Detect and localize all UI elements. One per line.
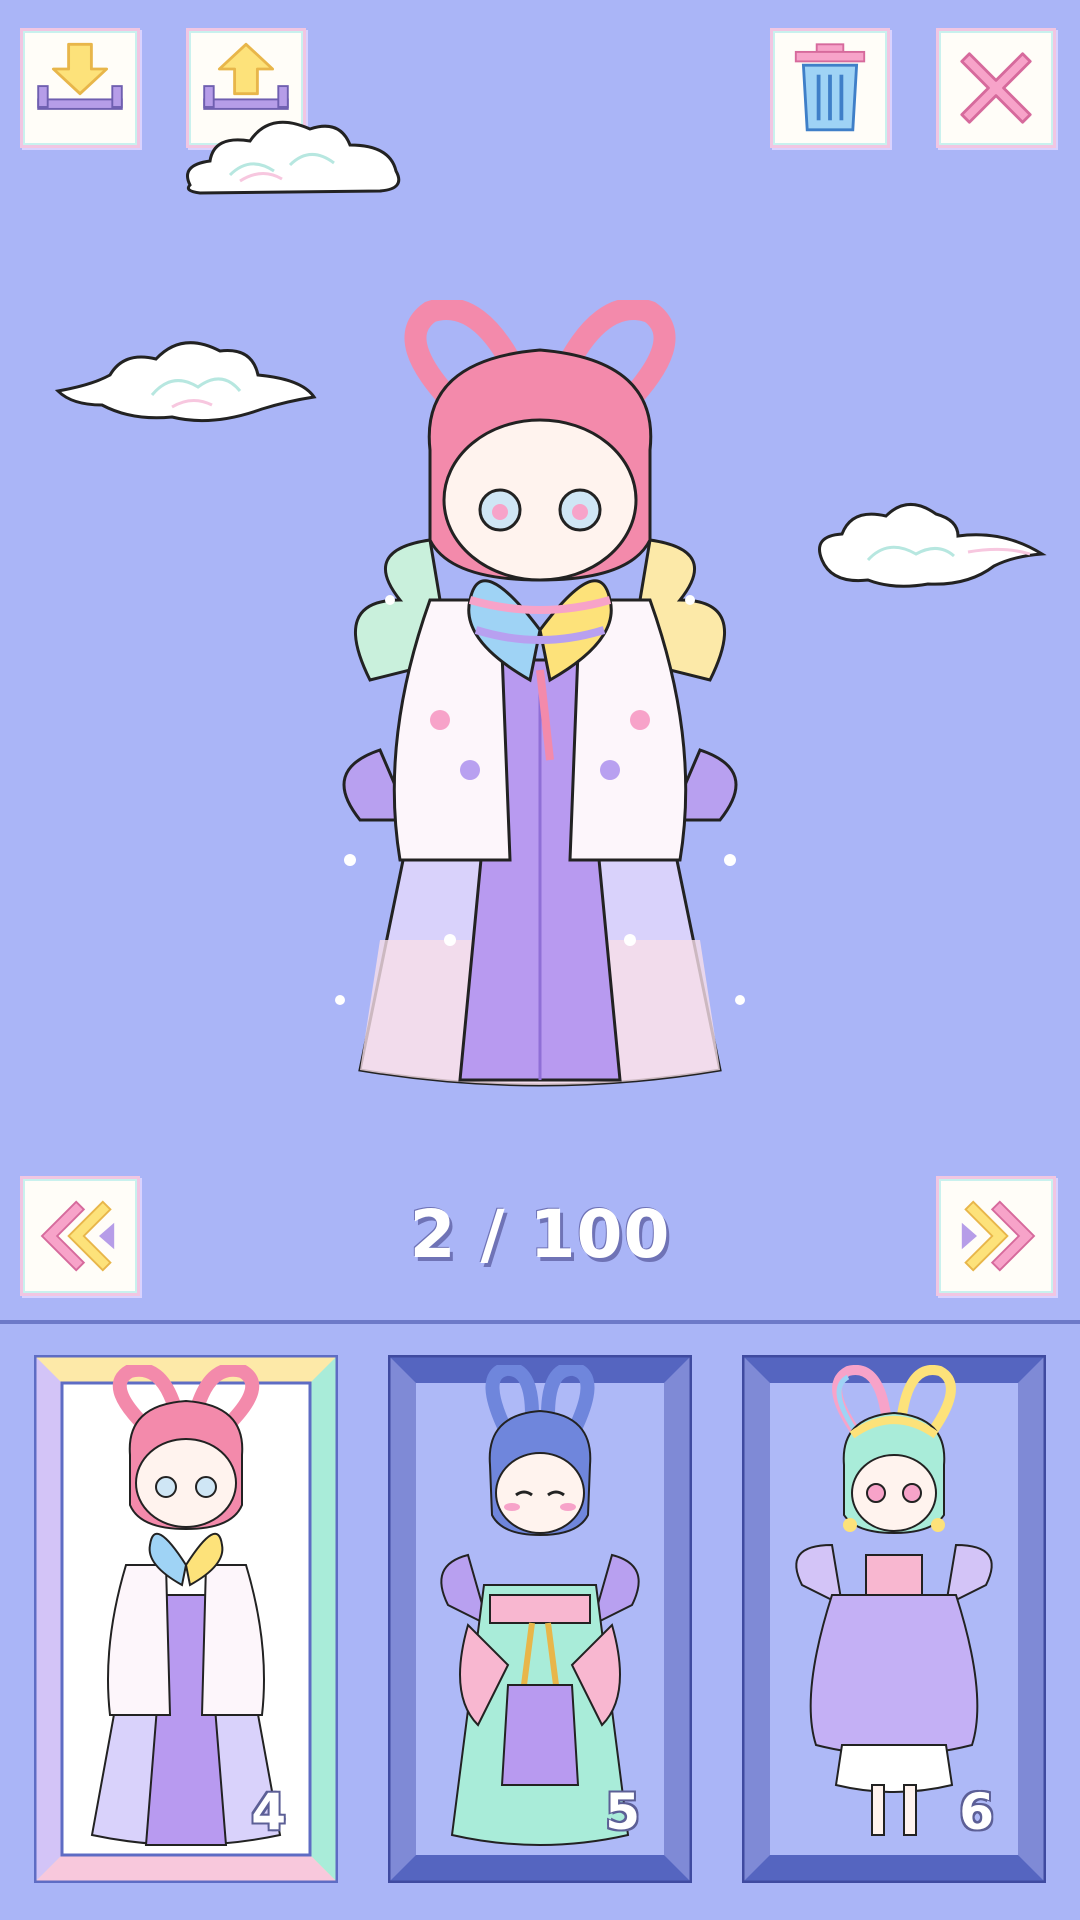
divider — [0, 1320, 1080, 1324]
cloud-decoration — [818, 503, 1047, 588]
close-button[interactable] — [936, 28, 1056, 148]
prev-button[interactable] — [20, 1176, 140, 1296]
page-counter: 2 / 100 — [409, 1196, 671, 1273]
double-chevron-right-icon — [961, 1200, 1036, 1272]
next-button[interactable] — [936, 1176, 1056, 1296]
slot-card-4[interactable]: 4 — [34, 1355, 338, 1883]
outfit-thumbnail-6 — [795, 1365, 993, 1836]
slot-card-6[interactable]: 6 — [742, 1355, 1046, 1883]
cloud-decoration — [186, 120, 401, 195]
slot-number: 5 — [605, 1783, 640, 1841]
cloud-decoration — [54, 341, 317, 423]
character-preview — [335, 300, 745, 1087]
download-button[interactable] — [20, 28, 140, 148]
delete-button[interactable] — [770, 28, 890, 148]
slot-number: 6 — [959, 1783, 994, 1841]
slot-number: 4 — [251, 1783, 286, 1841]
outfit-thumbnail-5 — [440, 1365, 640, 1846]
trash-icon — [794, 43, 866, 132]
slot-card-5[interactable]: 5 — [388, 1355, 692, 1883]
close-icon — [960, 52, 1032, 124]
outfit-thumbnail-4 — [90, 1365, 282, 1846]
double-chevron-left-icon — [40, 1200, 115, 1272]
download-icon — [37, 42, 123, 110]
